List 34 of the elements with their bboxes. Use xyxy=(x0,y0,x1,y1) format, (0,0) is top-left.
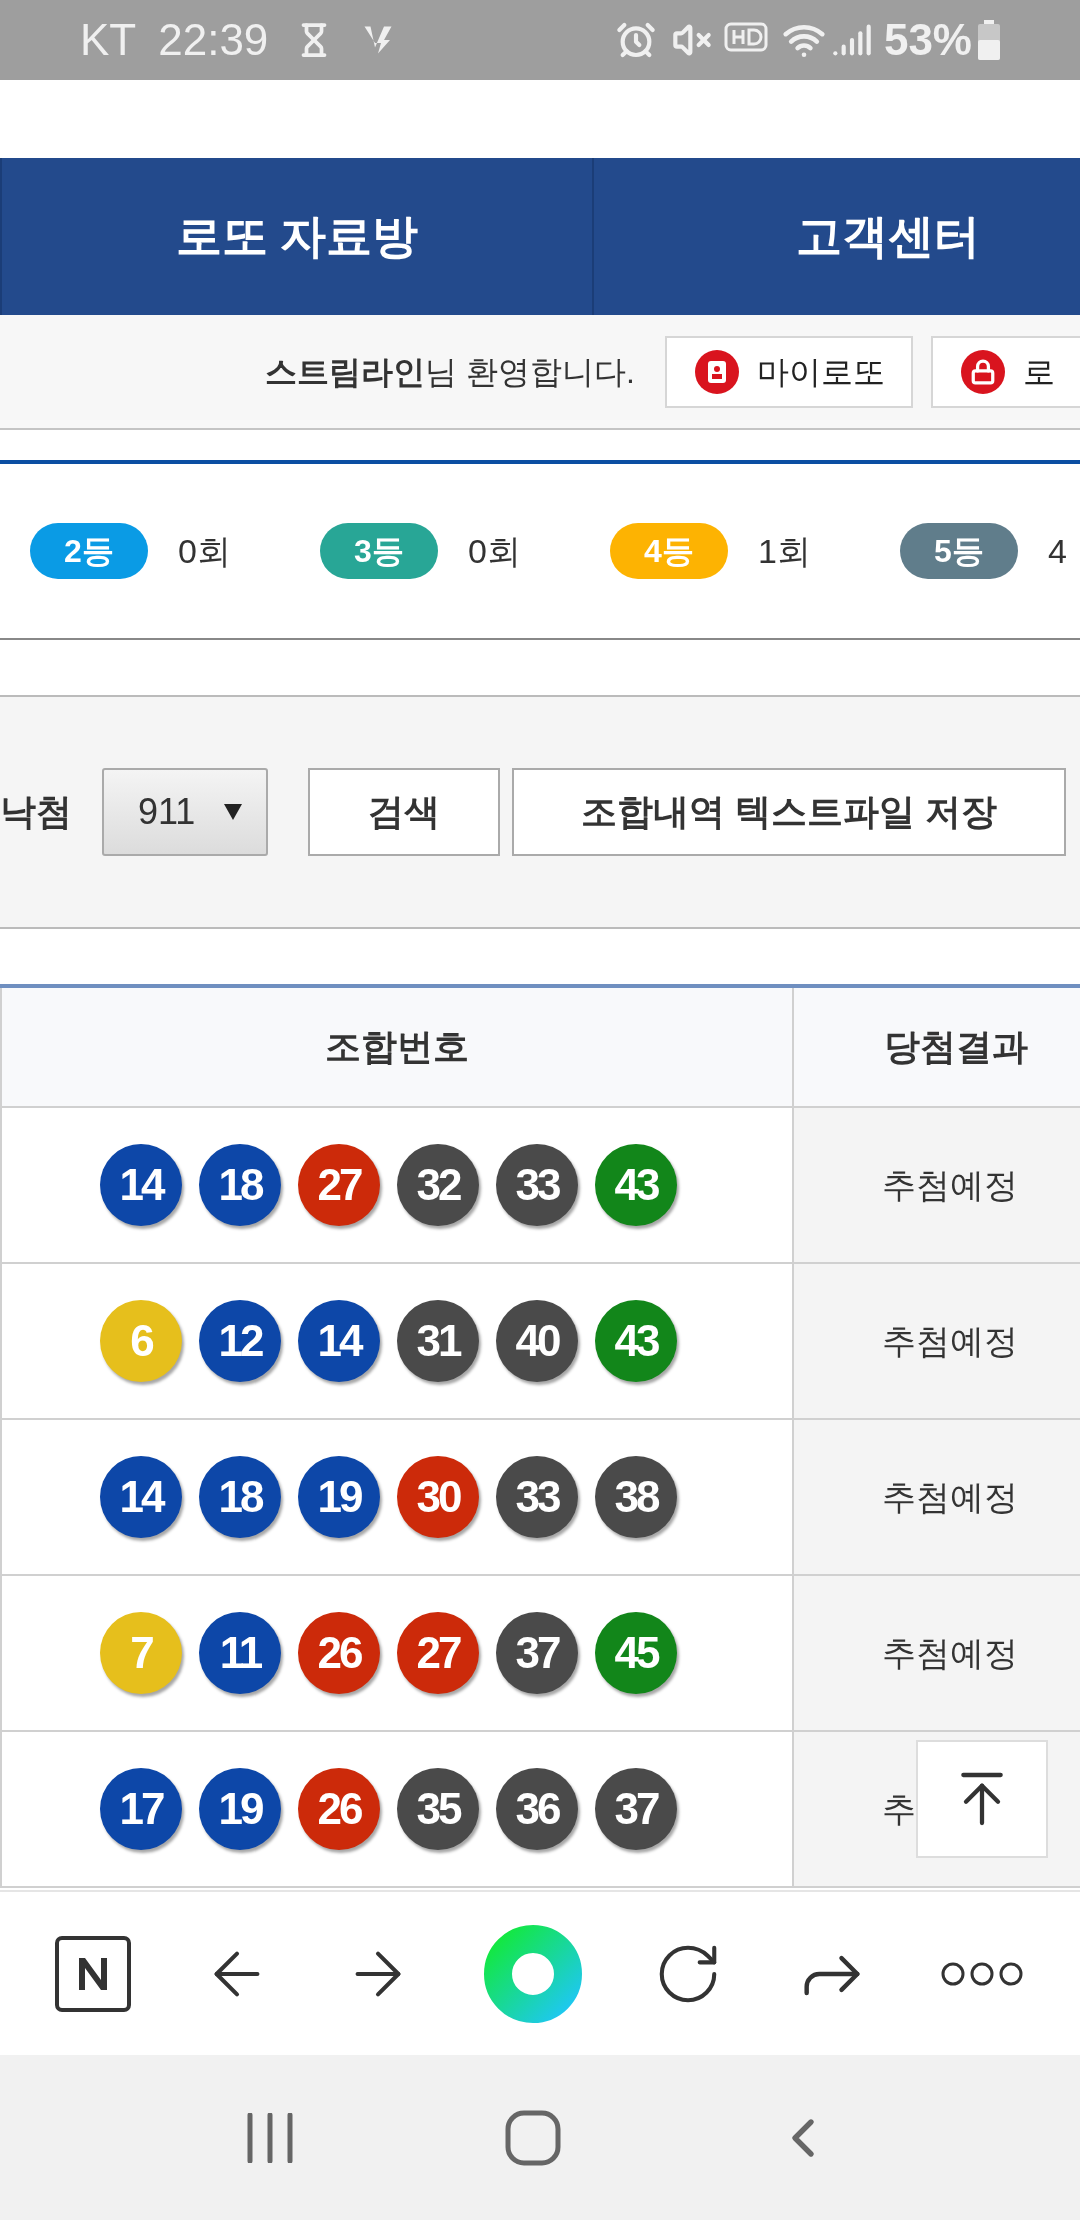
rank-badge: 5등 xyxy=(900,523,1018,579)
recent-apps-icon[interactable] xyxy=(245,2112,295,2163)
save-text-file-button[interactable]: 조합내역 텍스트파일 저장 xyxy=(512,768,1066,856)
win-count: 0회 xyxy=(468,530,521,572)
scroll-to-top-button[interactable] xyxy=(916,1740,1048,1858)
round-dropdown[interactable]: 911 xyxy=(102,768,268,856)
result-text: 추첨예정 xyxy=(882,1476,1018,1518)
rank-badge: 3등 xyxy=(320,523,438,579)
alarm-icon xyxy=(615,20,656,60)
header-button[interactable]: 마이로또 xyxy=(665,335,913,408)
dropdown-caret-icon xyxy=(224,804,242,820)
column-header: 조합번호 xyxy=(0,988,794,1106)
win-count: 1회 xyxy=(758,530,811,572)
battery-percent: 53% xyxy=(883,14,972,66)
result-text: 추첨예정 xyxy=(882,1320,1018,1362)
header-button[interactable]: 로 xyxy=(931,335,1080,408)
welcome-text: 스트림라인님 환영합니다. xyxy=(265,352,635,392)
column-header: 당첨결과 xyxy=(883,1025,1029,1069)
profile-badge-icon xyxy=(695,349,739,394)
result-text: 추첨예정 xyxy=(882,1632,1018,1674)
lock-icon xyxy=(961,349,1005,394)
rank-badge: 4등 xyxy=(610,523,728,579)
win-count: 0회 xyxy=(178,530,231,572)
n-logo-icon[interactable] xyxy=(55,1935,132,2012)
home-icon[interactable] xyxy=(505,2109,561,2166)
result-text: 추첨예정 xyxy=(882,1164,1018,1206)
filter-label: 낙첨 xyxy=(0,790,73,834)
rank-badge: 2등 xyxy=(30,523,148,579)
clock: 22:39 xyxy=(158,14,269,66)
win-count: 4 xyxy=(1048,530,1067,572)
search-button[interactable]: 검색 xyxy=(308,768,500,856)
battery-icon xyxy=(978,20,1000,60)
carrier: KT xyxy=(80,14,137,66)
result-text: 추 xyxy=(882,1788,916,1830)
